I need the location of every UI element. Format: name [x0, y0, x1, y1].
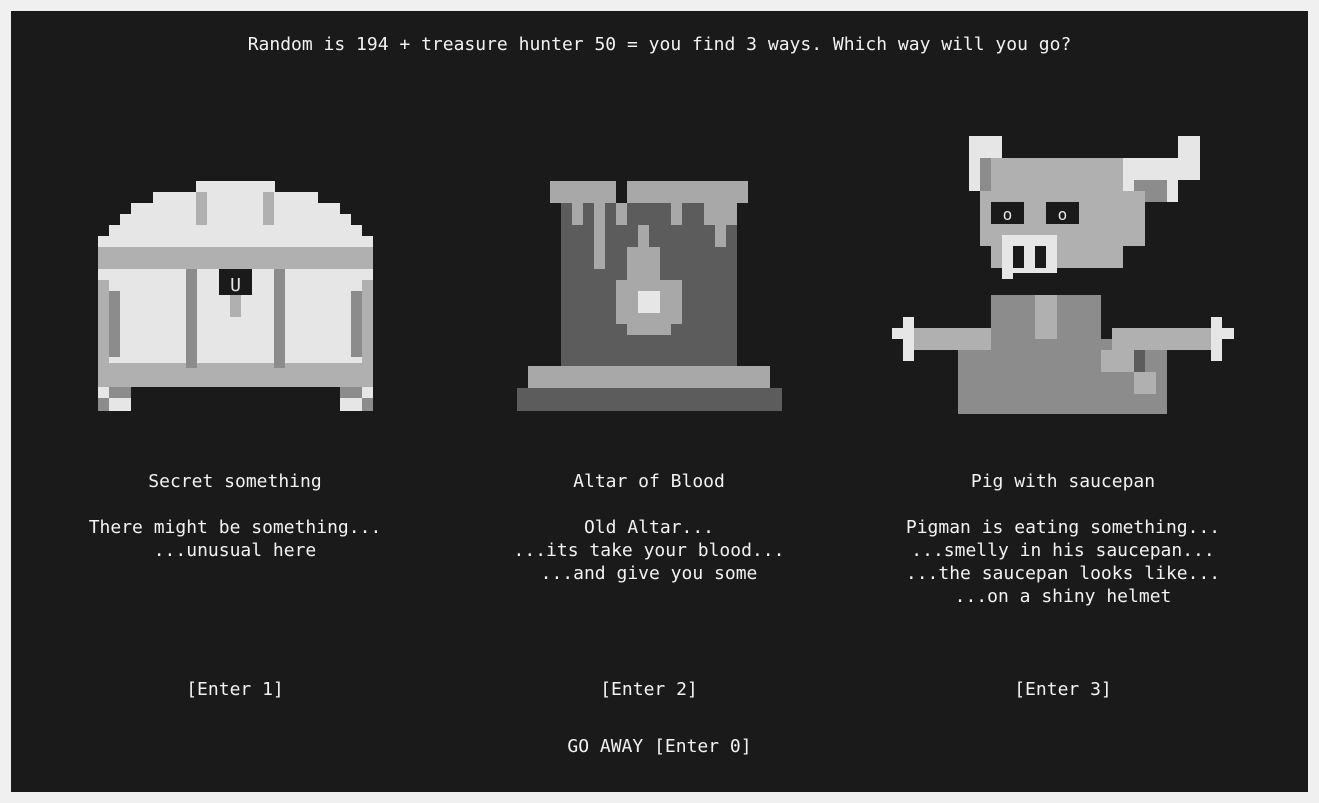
- game-terminal: Random is 194 + treasure hunter 50 = you…: [11, 11, 1308, 792]
- pig-right-eye: o: [1058, 205, 1068, 224]
- altar-icon: [516, 181, 782, 411]
- enter-1-button[interactable]: [Enter 1]: [25, 678, 445, 701]
- option-title: Secret something: [148, 471, 322, 492]
- treasure-chest-icon: U: [97, 181, 373, 411]
- pig-left-eye: o: [1003, 205, 1013, 224]
- option-pig-with-saucepan[interactable]: o o Pig with saucepan Pigman is eating s…: [853, 131, 1273, 711]
- option-altar-of-blood[interactable]: Altar of Blood Old Altar... ...its take …: [439, 131, 859, 711]
- option-secret-something[interactable]: U Secret something There might be someth…: [25, 131, 445, 711]
- option-description: There might be something... ...unusual h…: [88, 517, 382, 561]
- option-description: Pigman is eating something... ...smelly …: [905, 517, 1221, 607]
- option-title: Altar of Blood: [573, 471, 725, 492]
- pigman-icon: o o: [892, 136, 1234, 414]
- enter-3-button[interactable]: [Enter 3]: [853, 678, 1273, 701]
- go-away-button[interactable]: GO AWAY [Enter 0]: [11, 735, 1308, 758]
- option-description: Old Altar... ...its take your blood... .…: [513, 517, 785, 584]
- option-title: Pig with saucepan: [970, 471, 1156, 492]
- status-message: Random is 194 + treasure hunter 50 = you…: [247, 34, 1072, 55]
- chest-lock-glyph: U: [230, 275, 241, 296]
- enter-2-button[interactable]: [Enter 2]: [439, 678, 859, 701]
